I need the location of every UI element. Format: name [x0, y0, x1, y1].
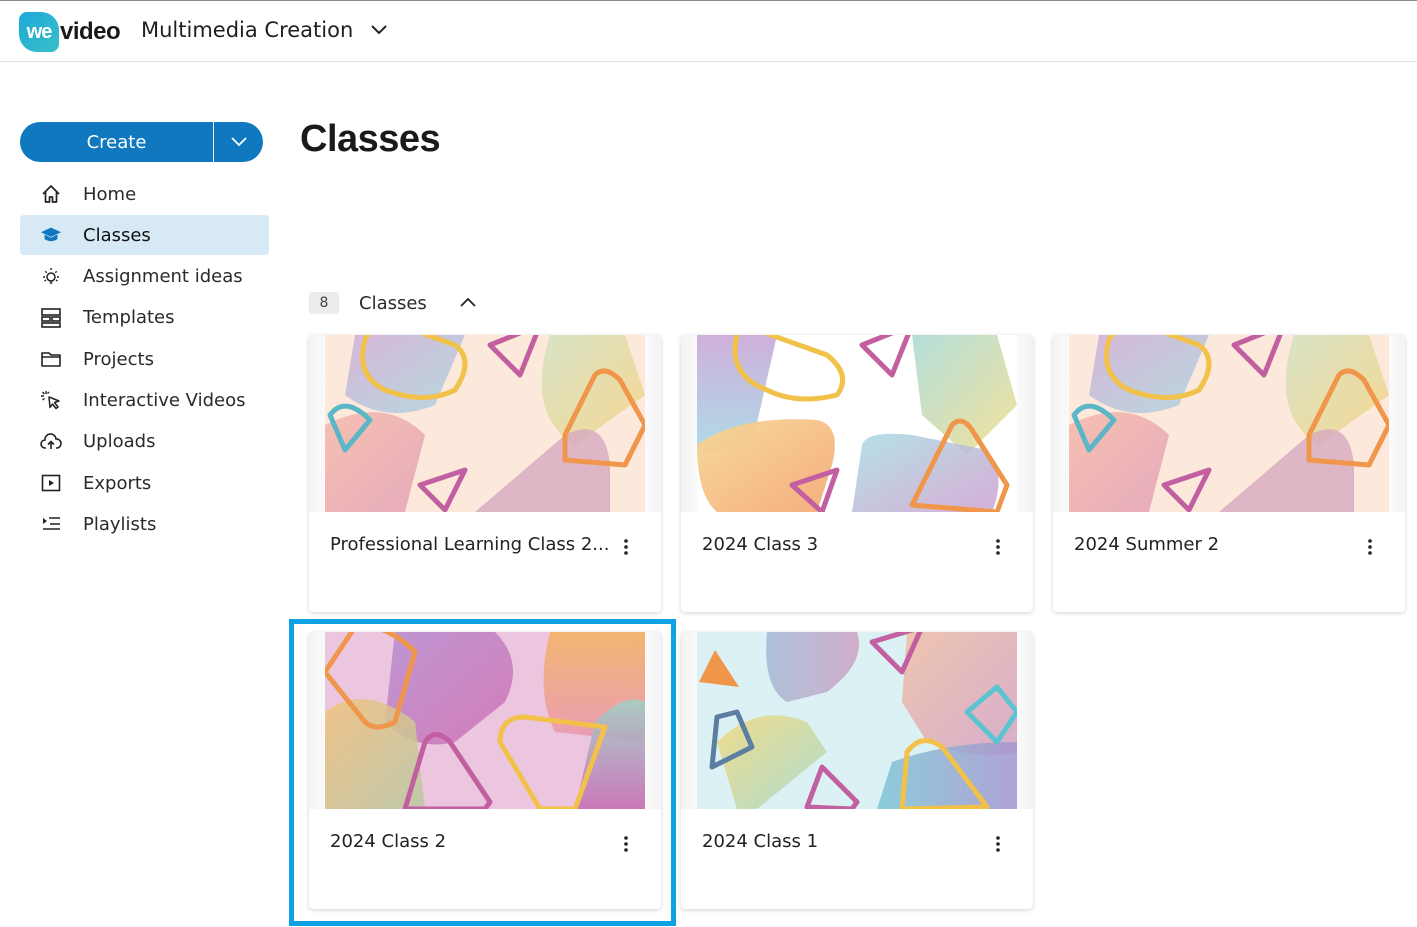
sidebar-item-home[interactable]: Home — [20, 174, 269, 214]
collapse-section-button[interactable] — [457, 292, 479, 314]
more-options-icon[interactable] — [987, 535, 1009, 559]
thumb-edge — [1017, 632, 1033, 809]
thumb-edge — [309, 632, 325, 809]
sidebar-item-label: Templates — [83, 307, 175, 329]
class-name: 2024 Class 2 — [330, 831, 447, 852]
class-thumbnail — [697, 335, 1017, 512]
thumb-edge — [309, 335, 325, 512]
sidebar-item-assignment-ideas[interactable]: Assignment ideas — [20, 257, 269, 297]
sidebar-item-label: Projects — [83, 348, 154, 370]
sidebar-item-label: Home — [83, 183, 137, 205]
class-thumbnail — [1069, 335, 1389, 512]
section-title: Classes — [359, 292, 427, 314]
logo-badge: we — [19, 12, 59, 52]
cloud-upload-icon — [40, 431, 62, 453]
create-button[interactable]: Create — [20, 122, 213, 162]
sidebar-item-label: Classes — [83, 224, 151, 246]
class-thumbnail — [325, 632, 645, 809]
sidebar-item-interactive-videos[interactable]: Interactive Videos — [20, 380, 269, 420]
sidebar-item-label: Uploads — [83, 431, 156, 453]
class-card[interactable]: 2024 Class 3 — [681, 335, 1033, 612]
class-thumbnail — [325, 335, 645, 512]
wevideo-logo[interactable]: we video — [19, 11, 121, 53]
more-options-icon[interactable] — [615, 832, 637, 856]
class-name: 2024 Class 3 — [702, 534, 819, 555]
create-dropdown-button[interactable] — [214, 122, 263, 162]
thumb-edge — [1017, 335, 1033, 512]
lightbulb-icon — [40, 266, 62, 288]
chevron-down-icon — [230, 137, 247, 147]
classes-count-badge: 8 — [309, 292, 339, 314]
chevron-down-icon — [369, 20, 389, 40]
thumb-edge — [681, 632, 697, 809]
more-options-icon[interactable] — [615, 535, 637, 559]
class-name: 2024 Summer 2 — [1074, 534, 1220, 555]
class-name: Professional Learning Class 2... — [330, 534, 610, 555]
workspace-name: Multimedia Creation — [141, 18, 354, 42]
templates-icon — [40, 307, 62, 329]
folder-icon — [40, 348, 62, 370]
sidebar-item-label: Assignment ideas — [83, 266, 243, 288]
chevron-up-icon — [460, 297, 476, 307]
sidebar-item-projects[interactable]: Projects — [20, 339, 269, 379]
logo-wordmark: video — [60, 18, 121, 45]
workspace-switcher[interactable]: Multimedia Creation — [141, 18, 389, 42]
graduation-cap-icon — [40, 224, 62, 246]
thumb-edge — [1053, 335, 1069, 512]
thumb-edge — [1389, 335, 1405, 512]
sidebar-nav: Home Classes Assignment ideas Templates … — [20, 174, 269, 546]
class-card[interactable]: 2024 Summer 2 — [1053, 335, 1405, 612]
more-options-icon[interactable] — [1359, 535, 1381, 559]
top-bar: we video Multimedia Creation — [0, 0, 1417, 62]
thumb-edge — [681, 335, 697, 512]
class-card[interactable]: 2024 Class 2 — [309, 632, 661, 909]
class-name: 2024 Class 1 — [702, 831, 819, 852]
create-divider — [213, 122, 214, 162]
class-card[interactable]: Professional Learning Class 2... — [309, 335, 661, 612]
thumb-edge — [645, 335, 661, 512]
class-card[interactable]: 2024 Class 1 — [681, 632, 1033, 909]
thumb-edge — [645, 632, 661, 809]
sidebar-item-templates[interactable]: Templates — [20, 298, 269, 338]
create-button-group: Create — [20, 122, 263, 162]
playlist-icon — [40, 513, 62, 535]
cursor-click-icon — [40, 389, 62, 411]
home-icon — [40, 183, 62, 205]
sidebar-item-label: Exports — [83, 472, 152, 494]
sidebar-item-exports[interactable]: Exports — [20, 463, 269, 503]
sidebar-item-classes[interactable]: Classes — [20, 215, 269, 256]
class-thumbnail — [697, 632, 1017, 809]
sidebar-item-label: Playlists — [83, 513, 157, 535]
sidebar-item-uploads[interactable]: Uploads — [20, 422, 269, 462]
sidebar-item-playlists[interactable]: Playlists — [20, 504, 269, 544]
sidebar-item-label: Interactive Videos — [83, 389, 246, 411]
play-square-icon — [40, 472, 62, 494]
classes-section-header: 8 Classes — [309, 290, 479, 316]
page-title: Classes — [300, 118, 441, 160]
more-options-icon[interactable] — [987, 832, 1009, 856]
